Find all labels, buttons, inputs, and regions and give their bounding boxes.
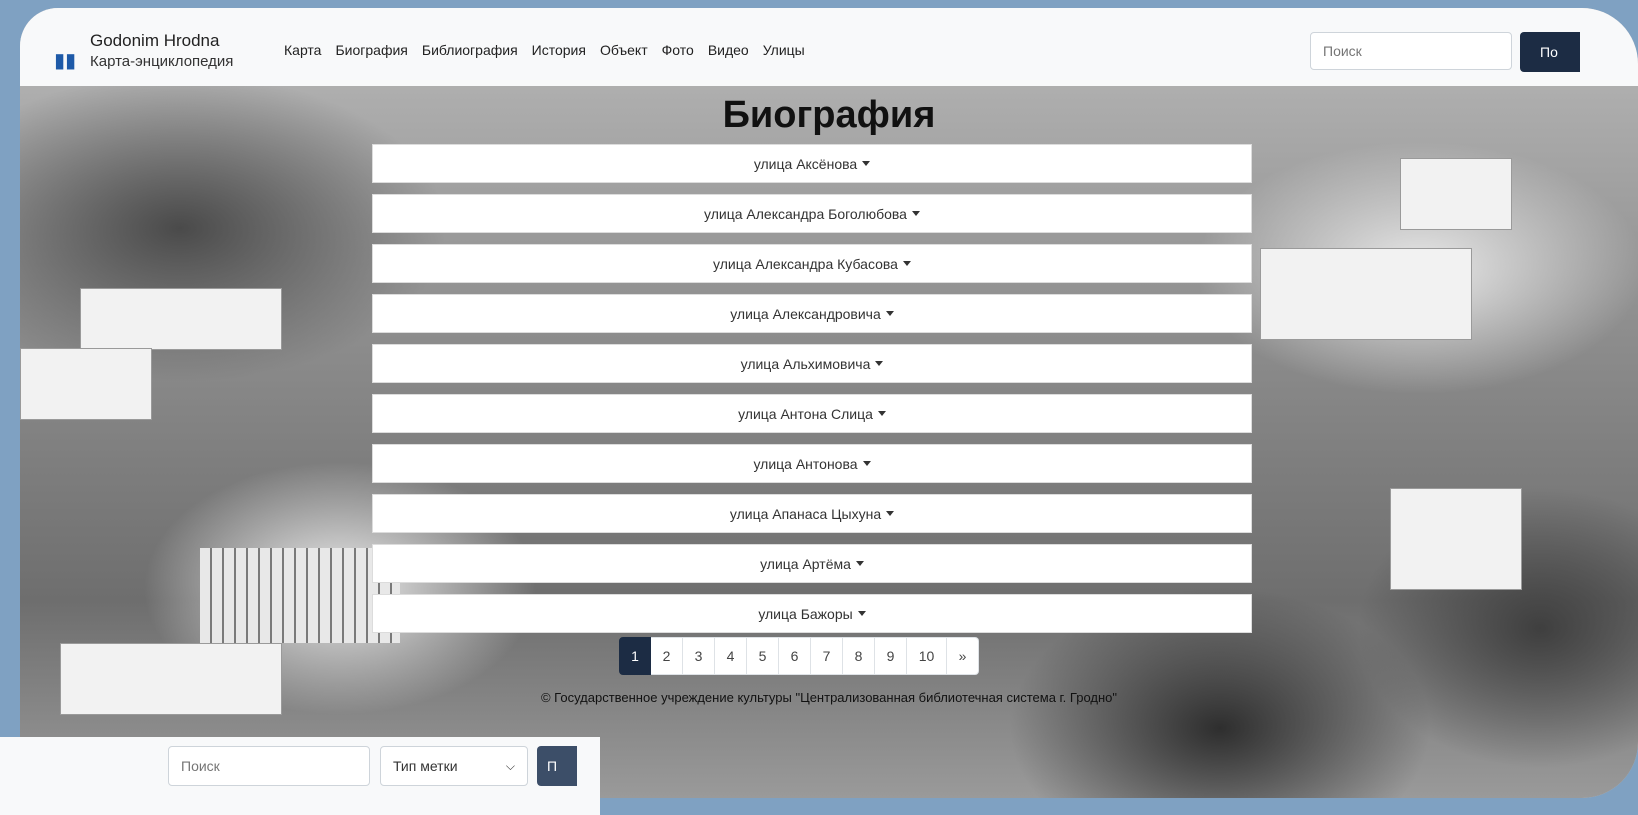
page-link-3[interactable]: 3	[683, 637, 715, 675]
page-link-6[interactable]: 6	[779, 637, 811, 675]
chevron-down-icon: ⌵	[505, 758, 515, 773]
brand-title[interactable]: Godonim Hrodna	[90, 30, 233, 51]
nav-link-photo[interactable]: Фото	[662, 42, 694, 58]
copyright-text: © Государственное учреждение культуры "Ц…	[540, 690, 1118, 705]
street-label: улица Альхимовича	[740, 355, 871, 372]
marker-type-value: Тип метки	[393, 758, 458, 774]
street-dropdown[interactable]: улица Бажоры	[372, 594, 1252, 633]
street-label: улица Апанаса Цыхуна	[729, 505, 882, 522]
nav-link-map[interactable]: Карта	[284, 42, 321, 58]
caret-down-icon	[885, 311, 894, 316]
street-dropdown[interactable]: улица Антонова	[372, 444, 1252, 483]
background-building	[1400, 158, 1512, 230]
caret-down-icon	[855, 561, 864, 566]
caret-down-icon	[911, 211, 920, 216]
street-dropdown[interactable]: улица Александра Кубасова	[372, 244, 1252, 283]
marker-type-select[interactable]: Тип метки ⌵	[380, 746, 528, 786]
street-label: улица Александра Кубасова	[713, 255, 898, 272]
page-next-button[interactable]: »	[947, 637, 979, 675]
page-link-7[interactable]: 7	[811, 637, 843, 675]
map-search-button[interactable]: П	[537, 746, 577, 786]
page-link-8[interactable]: 8	[843, 637, 875, 675]
map-search-input[interactable]	[168, 746, 370, 786]
street-list: улица Аксёнова улица Александра Боголюбо…	[372, 144, 1252, 644]
page-link-5[interactable]: 5	[747, 637, 779, 675]
street-dropdown[interactable]: улица Аксёнова	[372, 144, 1252, 183]
brand[interactable]: Godonim Hrodna Карта-энциклопедия	[90, 30, 233, 72]
app-window: ▮▮ Godonim Hrodna Карта-энциклопедия Кар…	[20, 8, 1638, 798]
background-building	[20, 348, 152, 420]
page-link-2[interactable]: 2	[651, 637, 683, 675]
caret-down-icon	[862, 461, 871, 466]
pagination: 1 2 3 4 5 6 7 8 9 10 »	[619, 637, 979, 675]
background-building	[1390, 488, 1522, 590]
background-building	[80, 288, 282, 350]
caret-down-icon	[857, 611, 866, 616]
caret-down-icon	[886, 511, 895, 516]
street-label: улица Артёма	[760, 555, 851, 572]
search-button[interactable]: По	[1520, 32, 1580, 72]
street-label: улица Александровича	[730, 305, 881, 322]
street-label: улица Аксёнова	[753, 155, 858, 172]
caret-down-icon	[862, 161, 871, 166]
street-dropdown[interactable]: улица Антона Слица	[372, 394, 1252, 433]
nav-link-bibliography[interactable]: Библиография	[422, 42, 518, 58]
caret-down-icon	[875, 361, 884, 366]
page-title: Биография	[722, 94, 936, 136]
street-dropdown[interactable]: улица Апанаса Цыхуна	[372, 494, 1252, 533]
nav-link-video[interactable]: Видео	[708, 42, 749, 58]
brand-logo-icon[interactable]: ▮▮	[54, 48, 76, 73]
street-label: улица Антонова	[753, 455, 858, 472]
background-building	[200, 548, 400, 643]
page-link-4[interactable]: 4	[715, 637, 747, 675]
street-dropdown[interactable]: улица Александровича	[372, 294, 1252, 333]
street-label: улица Антона Слица	[738, 405, 873, 422]
nav-link-history[interactable]: История	[532, 42, 586, 58]
nav-link-biography[interactable]: Биография	[335, 42, 407, 58]
street-dropdown[interactable]: улица Александра Боголюбова	[372, 194, 1252, 233]
brand-subtitle[interactable]: Карта-энциклопедия	[90, 51, 233, 72]
caret-down-icon	[902, 261, 911, 266]
page-link-9[interactable]: 9	[875, 637, 907, 675]
page-link-10[interactable]: 10	[907, 637, 947, 675]
street-label: улица Бажоры	[758, 605, 853, 622]
nav-links: Карта Биография Библиография История Объ…	[284, 42, 805, 58]
background-building	[1260, 248, 1472, 340]
nav-link-object[interactable]: Объект	[600, 42, 648, 58]
nav-link-streets[interactable]: Улицы	[763, 42, 805, 58]
caret-down-icon	[877, 411, 886, 416]
street-label: улица Александра Боголюбова	[704, 205, 907, 222]
top-navbar: ▮▮ Godonim Hrodna Карта-энциклопедия Кар…	[20, 8, 1638, 86]
search-input[interactable]	[1310, 32, 1512, 70]
footer: © Государственное учреждение культуры "Ц…	[20, 690, 1638, 705]
street-dropdown[interactable]: улица Артёма	[372, 544, 1252, 583]
street-dropdown[interactable]: улица Альхимовича	[372, 344, 1252, 383]
page-link-1[interactable]: 1	[619, 637, 651, 675]
